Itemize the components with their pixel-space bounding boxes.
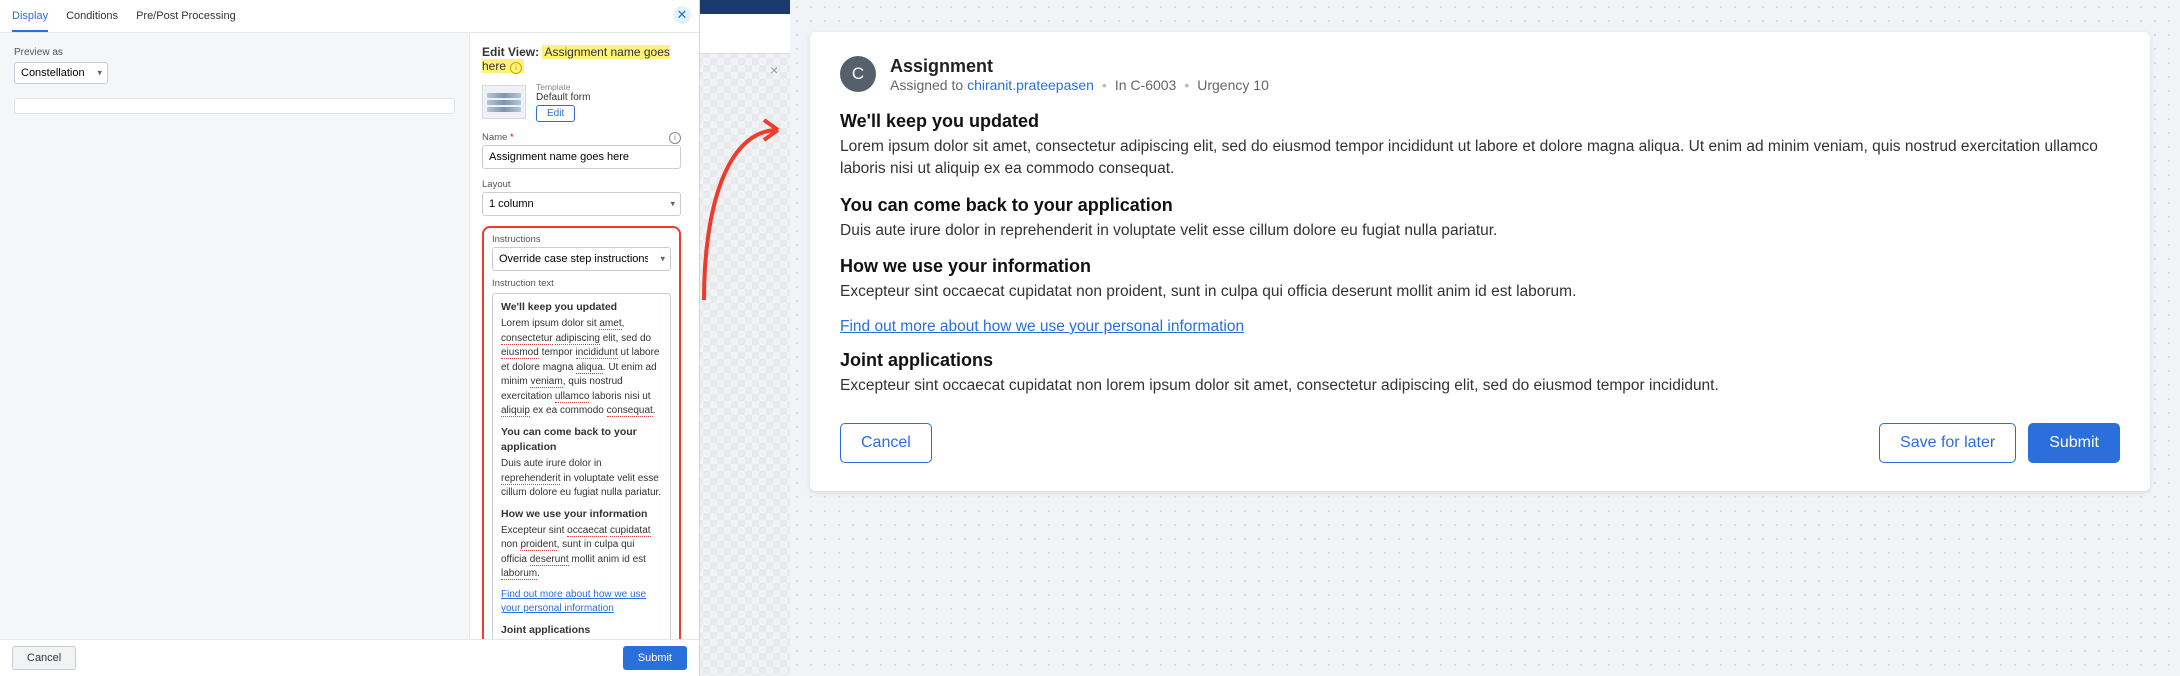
instruction-text-editor[interactable]: We'll keep you updated Lorem ipsum dolor… [492, 293, 671, 639]
layout-field-group: Layout 1 column ▾ [482, 179, 681, 216]
card-meta: Assigned to chiranit.prateepasen • In C-… [890, 77, 1269, 93]
submit-button[interactable]: Submit [623, 646, 687, 670]
runtime-preview: C Assignment Assigned to chiranit.pratee… [790, 0, 2180, 676]
submit-button[interactable]: Submit [2028, 423, 2120, 463]
section-heading: We'll keep you updated [840, 111, 2120, 132]
case-id: In C-6003 [1115, 77, 1177, 93]
rte-paragraph: Excepteur sint occaecat cupidatat non pr… [501, 524, 662, 582]
arrow-icon [696, 90, 792, 310]
layout-select[interactable]: 1 column [482, 192, 681, 216]
close-icon[interactable]: ✕ [673, 6, 691, 24]
rte-paragraph: Duis aute irure dolor in reprehenderit i… [501, 457, 662, 501]
preview-as-select[interactable]: Constellation [14, 62, 108, 84]
rte-heading: How we use your information [501, 507, 662, 522]
more-info-link[interactable]: Find out more about how we use your pers… [840, 318, 1244, 336]
preview-as-label: Preview as [14, 47, 455, 58]
preview-placeholder [14, 98, 455, 114]
tab-conditions[interactable]: Conditions [66, 4, 118, 32]
urgency: Urgency 10 [1197, 77, 1269, 93]
edit-view-title: Edit View: Assignment name goes herei [482, 45, 681, 74]
rte-link[interactable]: Find out more about how we use your pers… [501, 589, 646, 615]
editor-footer: Cancel Submit [0, 639, 699, 676]
instructions-label: Instructions [492, 234, 671, 245]
section-text: Lorem ipsum dolor sit amet, consectetur … [840, 136, 2120, 181]
layout-label: Layout [482, 179, 681, 190]
info-icon[interactable]: i [510, 62, 522, 74]
template-name: Default form [536, 92, 590, 103]
close-icon[interactable]: × [770, 62, 784, 76]
template-row: Template Default form Edit [482, 82, 681, 122]
avatar: C [840, 56, 876, 92]
editor-panel: Display Conditions Pre/Post Processing ✕… [0, 0, 700, 676]
middle-gutter: × [700, 0, 790, 676]
cancel-button[interactable]: Cancel [12, 646, 76, 670]
assignee-link[interactable]: chiranit.prateepasen [967, 77, 1094, 93]
instructions-highlight: Instructions Override case step instruct… [482, 226, 681, 639]
section-heading: How we use your information [840, 256, 2120, 277]
card-title: Assignment [890, 56, 1269, 77]
instruction-text-label: Instruction text [492, 278, 554, 289]
card-body: We'll keep you updated Lorem ipsum dolor… [840, 111, 2120, 397]
template-thumbnail [482, 85, 526, 119]
section-heading: You can come back to your application [840, 195, 2120, 216]
rte-heading: Joint applications [501, 623, 662, 638]
assignment-card: C Assignment Assigned to chiranit.pratee… [810, 32, 2150, 491]
section-text: Excepteur sint occaecat cupidatat non pr… [840, 281, 2120, 303]
name-label: Name [482, 132, 507, 143]
template-label: Template [536, 82, 590, 92]
section-heading: Joint applications [840, 350, 2120, 371]
rte-heading: We'll keep you updated [501, 300, 662, 315]
preview-pane: Preview as Constellation ▾ [0, 33, 470, 639]
section-text: Duis aute irure dolor in reprehenderit i… [840, 220, 2120, 242]
name-input[interactable] [482, 145, 681, 169]
tab-prepost[interactable]: Pre/Post Processing [136, 4, 236, 32]
properties-pane: Edit View: Assignment name goes herei Te… [470, 33, 699, 639]
editor-tabs: Display Conditions Pre/Post Processing ✕ [0, 0, 699, 33]
rte-paragraph: Lorem ipsum dolor sit amet, consectetur … [501, 317, 662, 419]
cancel-button[interactable]: Cancel [840, 423, 932, 463]
template-edit-button[interactable]: Edit [536, 105, 575, 122]
tab-display[interactable]: Display [12, 4, 48, 32]
save-for-later-button[interactable]: Save for later [1879, 423, 2016, 463]
instructions-select[interactable]: Override case step instructions [492, 247, 671, 271]
section-text: Excepteur sint occaecat cupidatat non lo… [840, 375, 2120, 397]
rte-heading: You can come back to your application [501, 425, 662, 455]
card-actions: Cancel Save for later Submit [840, 423, 2120, 463]
name-field-group: Name *i [482, 132, 681, 169]
info-icon[interactable]: i [669, 132, 681, 144]
